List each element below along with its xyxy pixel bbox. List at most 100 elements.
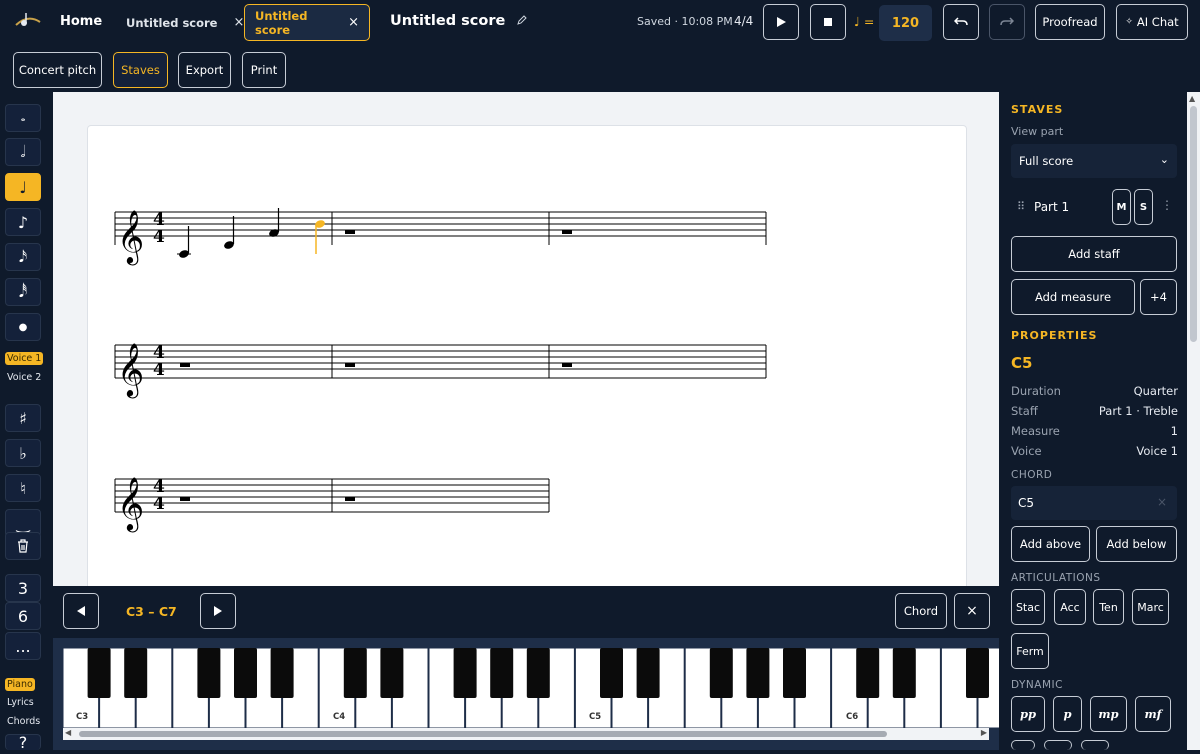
play-button[interactable] <box>763 4 799 40</box>
black-key[interactable] <box>709 648 733 698</box>
close-icon[interactable]: × <box>233 15 244 30</box>
thirty-second-note-button[interactable]: 𝅘𝅥𝅰 <box>5 278 41 306</box>
help-button[interactable]: ? <box>5 733 41 752</box>
dynamic-more-button-3[interactable] <box>1081 740 1109 750</box>
part-menu-icon[interactable]: ⋮ <box>1161 198 1173 212</box>
voice-1-button[interactable]: Voice 1 <box>5 352 44 365</box>
sharp-button[interactable]: ♯ <box>5 404 41 432</box>
black-key[interactable] <box>380 648 404 698</box>
score-notation[interactable]: 𝄞 4 4 𝄞 4 4 𝄞 4 4 <box>53 92 999 586</box>
black-key[interactable] <box>746 648 770 698</box>
fermata-button[interactable]: Ferm <box>1011 633 1049 669</box>
dynamic-more-button-1[interactable] <box>1011 740 1035 750</box>
add-measure-button[interactable]: Add measure <box>1011 279 1135 315</box>
dynamic-mf-button[interactable]: mf <box>1135 696 1171 732</box>
chord-field[interactable]: C5 × <box>1011 486 1177 520</box>
black-key[interactable] <box>636 648 660 698</box>
proofread-button[interactable]: Proofread <box>1035 4 1105 40</box>
octave-down-button[interactable] <box>63 593 99 629</box>
dynamic-p-button[interactable]: p <box>1053 696 1082 732</box>
accent-button[interactable]: Acc <box>1054 589 1086 625</box>
quarter-note-button[interactable]: ♩ <box>5 173 41 201</box>
marcato-button[interactable]: Marc <box>1132 589 1169 625</box>
lyrics-toggle[interactable]: Lyrics <box>5 696 36 709</box>
mute-button[interactable]: M <box>1112 189 1131 225</box>
octave-up-button[interactable] <box>200 593 236 629</box>
dynamic-pp-button[interactable]: pp <box>1011 696 1045 732</box>
redo-button[interactable] <box>989 4 1025 40</box>
tempo-input[interactable]: 120 <box>879 5 932 41</box>
sixteenth-note-button[interactable]: 𝅘𝅥𝅯 <box>5 243 41 271</box>
scroll-right-icon[interactable]: ▶ <box>981 728 987 737</box>
close-icon[interactable]: × <box>348 15 359 30</box>
dynamic-mp-button[interactable]: mp <box>1090 696 1127 732</box>
panel-scrollbar[interactable]: ▲ <box>1187 92 1200 750</box>
prop-measure-label: Measure <box>1011 424 1060 438</box>
piano-keyboard[interactable]: ◀ ▶ C3 C4 C5 C6 <box>53 638 1015 750</box>
add-above-button[interactable]: Add above <box>1011 526 1090 562</box>
scrollbar-thumb[interactable] <box>1190 106 1197 342</box>
piano-toggle[interactable]: Piano <box>5 678 35 691</box>
tenuto-button[interactable]: Ten <box>1093 589 1124 625</box>
black-key[interactable] <box>343 648 367 698</box>
triplet-button[interactable]: 3 <box>5 574 41 602</box>
black-key[interactable] <box>234 648 257 698</box>
voice-2-button[interactable]: Voice 2 <box>5 371 43 384</box>
dynamic-more-button-2[interactable] <box>1044 740 1072 750</box>
staccato-button[interactable]: Stac <box>1011 589 1045 625</box>
delete-button[interactable] <box>5 532 41 560</box>
half-note-button[interactable]: 𝅗𝅥 <box>5 138 41 166</box>
chords-toggle[interactable]: Chords <box>5 715 42 728</box>
black-key[interactable] <box>526 648 550 698</box>
add-staff-button[interactable]: Add staff <box>1011 236 1177 272</box>
scroll-left-icon[interactable]: ◀ <box>65 728 71 737</box>
black-key[interactable] <box>270 648 294 698</box>
export-button[interactable]: Export <box>178 52 231 88</box>
black-key[interactable] <box>892 648 916 698</box>
stop-button[interactable] <box>810 4 846 40</box>
more-tuplets-button[interactable]: ... <box>5 632 41 660</box>
selected-note-name: C5 <box>1011 354 1033 372</box>
tab-score-1[interactable]: Untitled score × <box>116 4 254 41</box>
print-button[interactable]: Print <box>242 52 286 88</box>
solo-button[interactable]: S <box>1134 189 1153 225</box>
concert-pitch-button[interactable]: Concert pitch <box>13 52 102 88</box>
piano-scrollbar[interactable]: ◀ ▶ <box>63 728 989 740</box>
pencil-icon[interactable] <box>516 14 528 26</box>
view-part-select[interactable]: Full score ⌄ <box>1011 144 1177 178</box>
staves-button[interactable]: Staves <box>113 52 168 88</box>
black-key[interactable] <box>600 648 623 698</box>
black-key[interactable] <box>453 648 477 698</box>
app-logo-icon[interactable] <box>14 10 42 32</box>
black-key[interactable] <box>197 648 221 698</box>
prop-duration-value: Quarter <box>1133 384 1178 398</box>
whole-note-button[interactable]: 𝅝 <box>5 104 41 132</box>
black-key[interactable] <box>966 648 989 698</box>
black-key[interactable] <box>783 648 806 698</box>
black-key[interactable] <box>490 648 514 698</box>
eighth-note-button[interactable]: ♪ <box>5 208 41 236</box>
undo-button[interactable] <box>943 4 979 40</box>
tab-score-2[interactable]: Untitled score × <box>244 4 370 41</box>
black-key[interactable] <box>87 648 111 698</box>
ai-chat-button[interactable]: ✧ AI Chat <box>1116 4 1188 40</box>
black-key[interactable] <box>124 648 148 698</box>
black-key[interactable] <box>856 648 880 698</box>
scroll-up-icon[interactable]: ▲ <box>1189 94 1195 103</box>
close-keyboard-button[interactable]: × <box>954 593 990 629</box>
add-below-button[interactable]: Add below <box>1096 526 1177 562</box>
scrollbar-thumb[interactable] <box>79 731 887 737</box>
articulations-header: ARTICULATIONS <box>1011 572 1101 584</box>
flat-button[interactable]: ♭ <box>5 439 41 467</box>
score-title[interactable]: Untitled score <box>390 13 528 29</box>
time-signature[interactable]: 4/4 <box>734 14 753 28</box>
home-link[interactable]: Home <box>60 14 102 29</box>
sextuplet-button[interactable]: 6 <box>5 602 41 630</box>
chord-mode-button[interactable]: Chord <box>895 593 947 629</box>
drag-handle-icon[interactable]: ⠿ <box>1017 200 1025 213</box>
clear-chord-icon[interactable]: × <box>1157 495 1167 509</box>
add-4-measures-button[interactable]: +4 <box>1140 279 1177 315</box>
natural-button[interactable]: ♮ <box>5 474 41 502</box>
arrow-right-icon <box>214 606 222 616</box>
dot-button[interactable]: ● <box>5 313 41 341</box>
